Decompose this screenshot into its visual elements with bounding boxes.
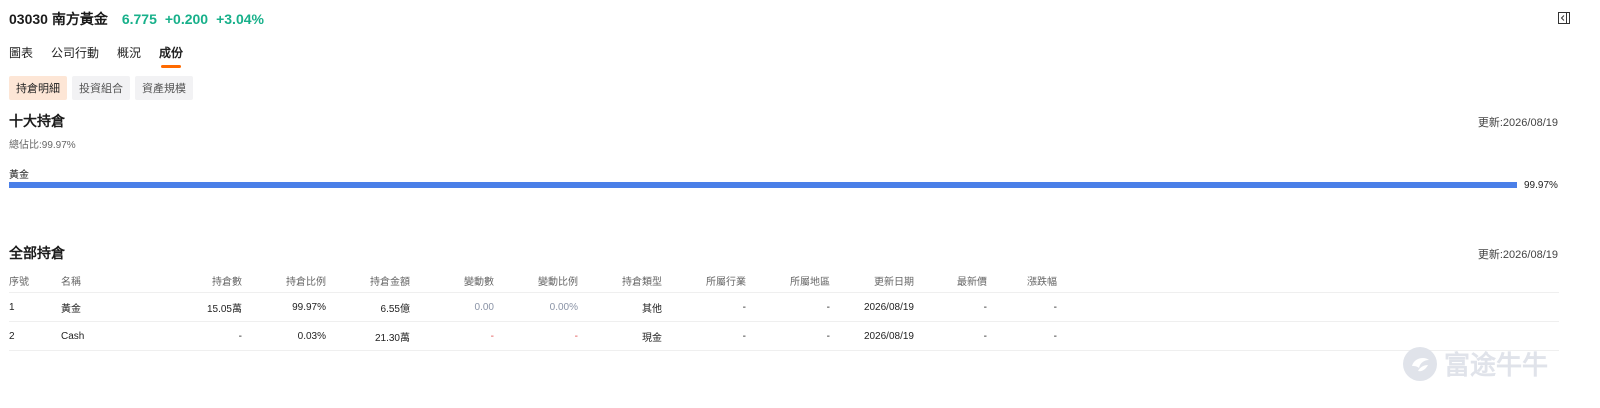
main-tabs: 圖表 公司行動 概況 成份 <box>9 44 201 68</box>
col-header-change-count[interactable]: 變動數 <box>410 268 494 293</box>
col-header-change-ratio[interactable]: 變動比例 <box>494 268 578 293</box>
watermark: 富途牛牛 <box>1402 345 1548 382</box>
cell-weight: 0.03% <box>242 321 326 351</box>
table-row[interactable]: 1 黃金 15.05萬 99.97% 6.55億 0.00 0.00% 其他 -… <box>9 292 1559 322</box>
col-header-change-pct[interactable]: 漲跌幅 <box>987 268 1057 293</box>
cell-latest-price: - <box>914 321 987 351</box>
cell-type: 現金 <box>578 321 662 351</box>
cell-amount: 21.30萬 <box>326 321 410 351</box>
col-header-name: 名稱 <box>61 276 81 288</box>
cell-industry: - <box>662 321 746 351</box>
col-header-industry: 所屬行業 <box>706 276 746 288</box>
sub-tabs: 持倉明細 投資組合 資產規模 <box>9 76 198 100</box>
cell-name: Cash <box>61 321 151 351</box>
cell-name: 黃金 <box>61 292 151 322</box>
futu-logo-icon <box>1402 346 1437 381</box>
cell-weight: 99.97% <box>242 292 326 322</box>
cell-change-count: 0.00 <box>410 292 494 322</box>
col-header-region: 所屬地區 <box>790 276 830 288</box>
table-row[interactable]: 2 Cash - 0.03% 21.30萬 - - 現金 - - 2026/08… <box>9 321 1559 351</box>
cell-change-ratio: - <box>494 321 578 351</box>
cell-latest-price: - <box>914 292 987 322</box>
col-header-amount[interactable]: 持倉金額 <box>326 268 410 293</box>
subtab-portfolio[interactable]: 投資組合 <box>72 76 130 100</box>
subtab-holding-details[interactable]: 持倉明細 <box>9 76 67 100</box>
table-header-row: 序號 名稱 持倉數 持倉比例 持倉金額 變動數 變動比例 持倉類型 所屬行業 所… <box>9 268 1559 293</box>
tab-overview[interactable]: 概況 <box>117 44 141 61</box>
col-header-weight[interactable]: 持倉比例 <box>242 268 326 293</box>
stock-price: 6.775 <box>121 11 157 27</box>
col-header-shares[interactable]: 持倉數 <box>151 268 242 293</box>
all-holdings-title: 全部持倉 <box>9 245 65 261</box>
holding-bar-label: 黃金 <box>9 170 29 181</box>
cell-industry: - <box>662 292 746 322</box>
col-header-index: 序號 <box>9 276 29 288</box>
tab-corporate-actions[interactable]: 公司行動 <box>51 44 99 61</box>
holdings-table: 序號 名稱 持倉數 持倉比例 持倉金額 變動數 變動比例 持倉類型 所屬行業 所… <box>9 268 1559 351</box>
col-header-type: 持倉類型 <box>622 276 662 288</box>
cell-change-count: - <box>410 321 494 351</box>
watermark-text: 富途牛牛 <box>1443 350 1548 380</box>
col-header-update-date: 更新日期 <box>874 276 914 288</box>
cell-index: 2 <box>9 321 61 351</box>
all-holdings-updated: 更新:2026/08/19 <box>1477 249 1558 261</box>
price-change: +0.200 <box>164 11 209 27</box>
holding-bar-track <box>9 182 1517 188</box>
collapse-panel-icon[interactable] <box>1558 12 1570 24</box>
price-change-percent: +3.04% <box>216 11 264 27</box>
cell-shares: - <box>151 321 242 351</box>
total-ratio: 總佔比:99.97% <box>9 140 76 151</box>
cell-index: 1 <box>9 292 61 322</box>
tab-constituents[interactable]: 成份 <box>159 44 183 68</box>
top-holdings-updated: 更新:2026/08/19 <box>1477 117 1558 129</box>
cell-update-date: 2026/08/19 <box>830 292 914 322</box>
cell-region: - <box>746 292 830 322</box>
cell-shares: 15.05萬 <box>151 292 242 322</box>
cell-region: - <box>746 321 830 351</box>
holding-bar-fill <box>9 182 1517 188</box>
cell-change-pct: - <box>987 321 1057 351</box>
stock-code-name: 03030 南方黃金 <box>9 11 108 27</box>
top-holdings-title: 十大持倉 <box>9 113 65 129</box>
cell-update-date: 2026/08/19 <box>830 321 914 351</box>
col-header-latest-price[interactable]: 最新價 <box>914 268 987 293</box>
cell-amount: 6.55億 <box>326 292 410 322</box>
stock-header: 03030 南方黃金 6.775 +0.200 +3.04% <box>9 9 264 29</box>
cell-change-pct: - <box>987 292 1057 322</box>
cell-change-ratio: 0.00% <box>494 292 578 322</box>
holding-bar-value: 99.97% <box>1524 180 1558 191</box>
cell-type: 其他 <box>578 292 662 322</box>
subtab-asset-size[interactable]: 資產規模 <box>135 76 193 100</box>
tab-chart[interactable]: 圖表 <box>9 44 33 61</box>
